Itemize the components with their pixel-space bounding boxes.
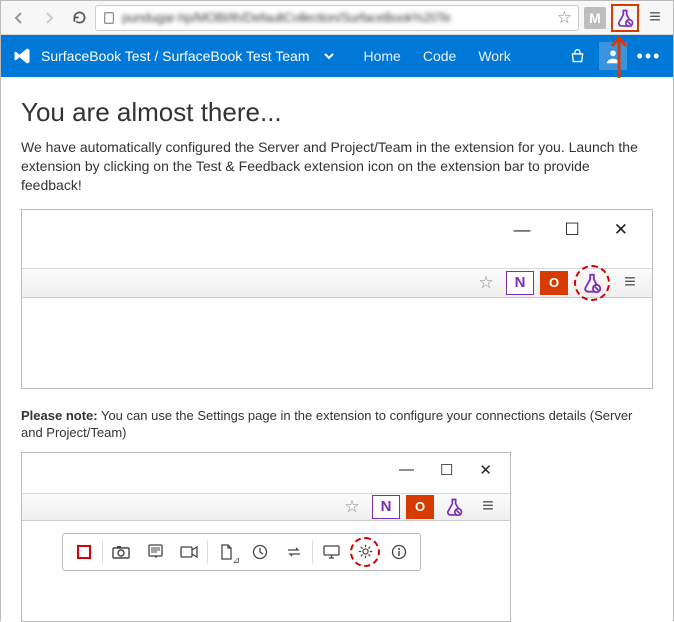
url-text: pundugar-hp/MOBI/th/DefaultCollection/Su… (122, 10, 551, 25)
user-avatar[interactable] (599, 42, 627, 70)
bookmark-star-icon[interactable]: ☆ (557, 8, 572, 28)
reload-button[interactable] (65, 4, 93, 32)
note-label: Please note: (21, 408, 98, 423)
product-header: SurfaceBook Test / SurfaceBook Test Team… (1, 35, 673, 77)
address-bar[interactable]: pundugar-hp/MOBI/th/DefaultCollection/Su… (95, 5, 579, 31)
note-paragraph: Please note: You can use the Settings pa… (21, 407, 653, 442)
nav-code[interactable]: Code (423, 48, 456, 64)
highlight-circle (574, 265, 610, 301)
settings-button (348, 537, 382, 567)
browser-menu-button[interactable]: ≡ (641, 4, 669, 32)
nav-home[interactable]: Home (363, 48, 400, 64)
gear-icon (357, 543, 374, 560)
document-icon: ⊿ (209, 537, 243, 567)
breadcrumb[interactable]: SurfaceBook Test / SurfaceBook Test Team (41, 48, 309, 64)
visual-studio-logo-icon[interactable] (11, 45, 33, 67)
back-button[interactable] (5, 4, 33, 32)
bookmark-star-icon: ☆ (338, 495, 366, 519)
nav-work[interactable]: Work (478, 48, 510, 64)
nav-links: Home Code Work (363, 48, 510, 64)
page-content: You are almost there... We have automati… (1, 77, 673, 622)
record-icon (67, 537, 101, 567)
close-icon: ✕ (479, 461, 492, 479)
flask-icon (615, 8, 635, 28)
window-controls: — ☐ ✕ (399, 461, 492, 479)
flask-icon (440, 495, 468, 519)
hamburger-icon: ≡ (649, 6, 661, 29)
window-controls: — ☐ ✕ (514, 220, 629, 240)
close-icon: ✕ (614, 220, 628, 240)
forward-button[interactable] (35, 4, 63, 32)
mini-toolbar: ☆ N O ≡ (22, 268, 652, 298)
loop-icon (277, 537, 311, 567)
marketplace-icon[interactable] (563, 42, 591, 70)
minimize-icon: — (514, 220, 531, 240)
mini-toolbar: ☆ N O ≡ (22, 493, 510, 521)
maximize-icon: ☐ (440, 461, 453, 479)
flask-icon (581, 272, 603, 294)
highlight-circle (350, 537, 380, 567)
illustration-settings: — ☐ ✕ ☆ N O ≡ ⊿ (21, 452, 511, 622)
bookmark-star-icon: ☆ (472, 271, 500, 295)
onenote-icon: N (506, 271, 534, 295)
office-icon: O (540, 271, 568, 295)
onenote-icon: N (372, 495, 400, 519)
page-icon (102, 11, 116, 25)
note-icon (138, 537, 172, 567)
hamburger-icon: ≡ (474, 495, 502, 519)
page-title: You are almost there... (21, 97, 653, 128)
illustration-extension-location: — ☐ ✕ ☆ N O ≡ (21, 209, 653, 389)
test-feedback-extension-icon[interactable] (611, 4, 639, 32)
video-icon (172, 537, 206, 567)
clock-icon (243, 537, 277, 567)
camera-icon (104, 537, 138, 567)
intro-paragraph: We have automatically configured the Ser… (21, 138, 653, 195)
hamburger-icon: ≡ (616, 271, 644, 295)
feedback-toolbar: ⊿ (62, 533, 421, 571)
office-icon: O (406, 495, 434, 519)
ellipsis-icon: ••• (637, 46, 662, 67)
minimize-icon: — (399, 461, 414, 479)
maximize-icon: ☐ (565, 220, 580, 240)
info-icon (382, 537, 416, 567)
extension-m[interactable]: M (581, 4, 609, 32)
m-badge-icon: M (584, 7, 606, 29)
browser-toolbar: pundugar-hp/MOBI/th/DefaultCollection/Su… (1, 1, 673, 35)
note-text: You can use the Settings page in the ext… (21, 408, 632, 441)
chevron-down-icon[interactable] (323, 50, 335, 62)
more-menu[interactable]: ••• (635, 42, 663, 70)
monitor-icon (314, 537, 348, 567)
